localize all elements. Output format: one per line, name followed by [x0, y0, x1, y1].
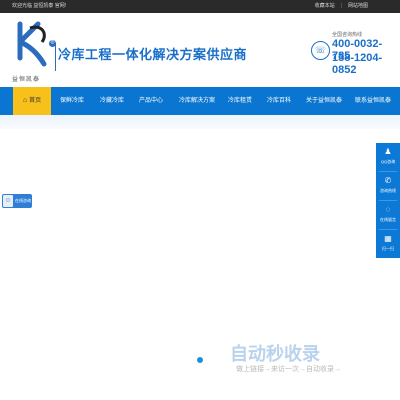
- separator: |: [340, 3, 342, 9]
- qq-icon: ♟: [384, 147, 392, 156]
- slider-dot[interactable]: [197, 357, 203, 363]
- phone-icon: ✆: [384, 176, 392, 185]
- mobile-number: 138-1204-0852: [332, 52, 383, 76]
- welcome-text: 欢迎光临 益恒凯泰 官网!: [12, 3, 67, 9]
- nav-item-fresh-storage[interactable]: 保鲜冷库: [60, 87, 84, 115]
- nav-item-about[interactable]: 关于益恒凯泰: [306, 87, 342, 115]
- chat-icon: ◌: [385, 205, 391, 214]
- watermark: 自动秒收录 做上链接→来访一次→自动收录→: [230, 338, 380, 378]
- home-icon: ⌂: [22, 97, 28, 104]
- side-item-label: 咨询热线: [380, 188, 396, 193]
- logo-name: 益恒凯泰: [12, 77, 41, 83]
- nav-item-contact[interactable]: 联系益恒凯泰: [355, 87, 391, 115]
- watermark-text: 自动秒收录: [230, 344, 320, 364]
- nav-item-encyclopedia[interactable]: 冷库百科: [267, 87, 291, 115]
- online-consult-button[interactable]: ☺ 在线咨询: [2, 194, 32, 208]
- watermark-subtext: 做上链接→来访一次→自动收录→: [236, 366, 341, 373]
- side-item-label: 在线留言: [380, 217, 396, 222]
- top-bar: 欢迎光临 益恒凯泰 官网! 收藏本站 | 网站地图: [0, 0, 400, 13]
- divider: [55, 43, 56, 71]
- nav-item-rental[interactable]: 冷库租赁: [228, 87, 252, 115]
- slogan: 冷库工程一体化解决方案供应商: [58, 47, 248, 62]
- logo-icon[interactable]: [12, 20, 50, 72]
- online-consult-label: 在线咨询: [15, 198, 31, 203]
- nav-item-products[interactable]: 产品中心: [139, 87, 163, 115]
- nav-item-cold-storage[interactable]: 冷藏冷库: [100, 87, 124, 115]
- phone-label: 全国咨询热线: [332, 32, 363, 38]
- main-nav: 保鲜冷库 冷藏冷库 产品中心 冷库解决方案 冷库租赁 冷库百科 关于益恒凯泰 联…: [0, 87, 400, 115]
- agent-avatar-icon: ☺: [3, 195, 13, 207]
- sitemap-link[interactable]: 网站地图: [348, 0, 368, 13]
- qrcode-icon: ▦: [384, 234, 392, 243]
- side-item-label: 扫一扫: [382, 246, 394, 251]
- side-item-qq[interactable]: ♟ QQ咨询: [376, 143, 400, 171]
- side-item-hotline[interactable]: ✆ 咨询热线: [376, 172, 400, 200]
- side-contact-panel: ♟ QQ咨询 ✆ 咨询热线 ◌ 在线留言 ▦ 扫一扫: [376, 143, 400, 258]
- side-item-qrcode[interactable]: ▦ 扫一扫: [376, 230, 400, 258]
- bookmark-link[interactable]: 收藏本站: [315, 0, 335, 13]
- side-item-label: QQ咨询: [380, 159, 396, 164]
- top-links: 收藏本站 | 网站地图: [315, 0, 368, 13]
- nav-home-label: 首页: [29, 98, 42, 104]
- nav-item-solutions[interactable]: 冷库解决方案: [179, 87, 215, 115]
- banner: [0, 115, 400, 129]
- phone-icon: ☏: [311, 41, 330, 60]
- side-item-message[interactable]: ◌ 在线留言: [376, 201, 400, 229]
